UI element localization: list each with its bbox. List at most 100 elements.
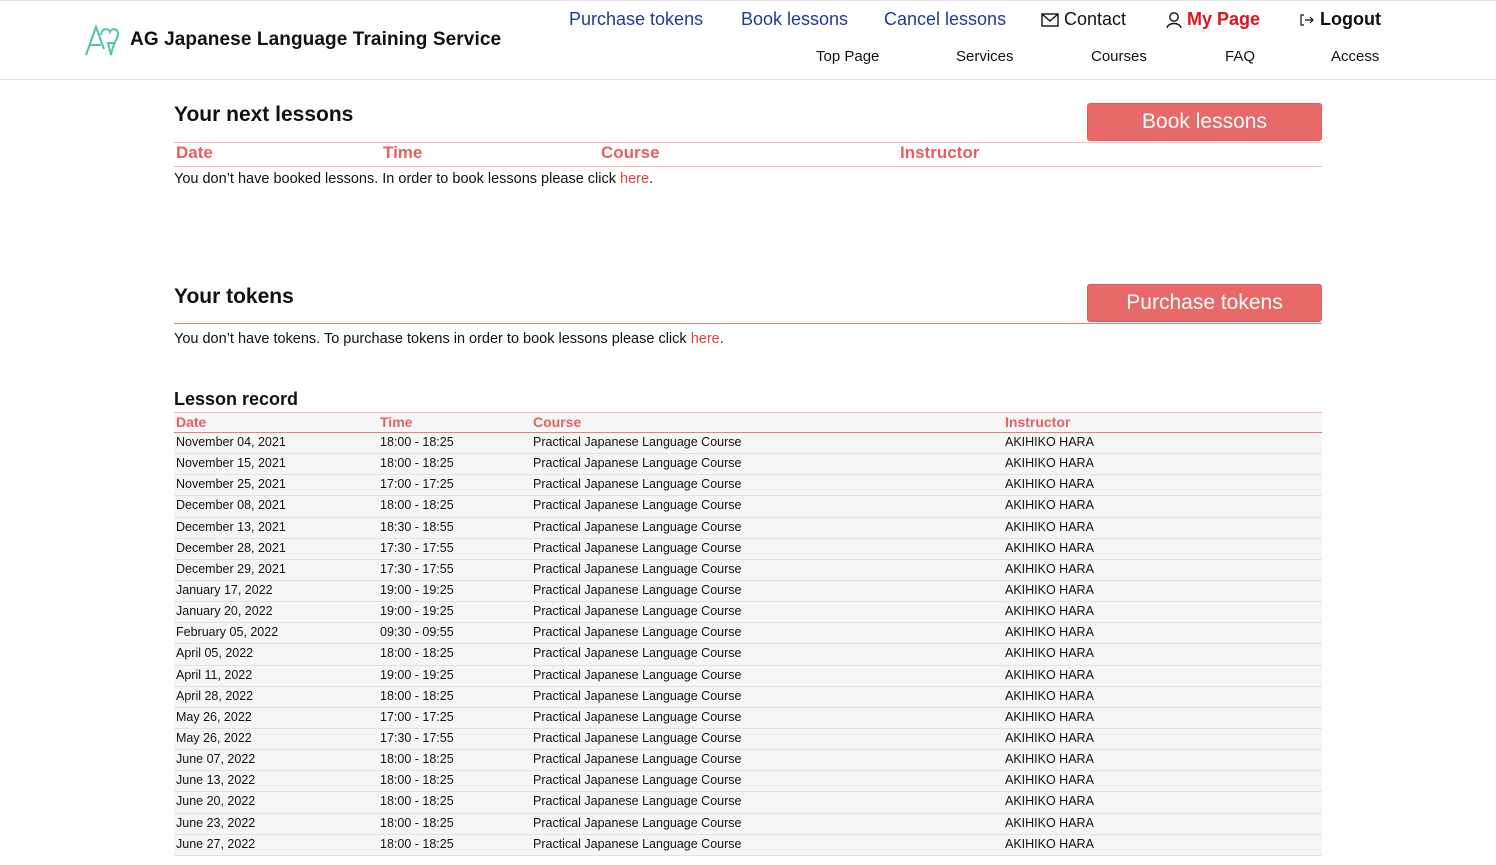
nav-book-lessons[interactable]: Book lessons bbox=[741, 9, 848, 30]
cell-date: June 13, 2022 bbox=[176, 773, 256, 788]
book-here-link[interactable]: here bbox=[620, 171, 649, 187]
cell-instructor: AKIHIKO HARA bbox=[1005, 794, 1094, 809]
nav-top-page[interactable]: Top Page bbox=[816, 48, 879, 65]
nav-faq[interactable]: FAQ bbox=[1225, 48, 1255, 65]
column-header-course: Course bbox=[533, 414, 582, 430]
nav-logout[interactable]: Logout bbox=[1300, 9, 1381, 30]
table-row: December 29, 2021 17:30 - 17:55 Practical … bbox=[174, 559, 1322, 581]
cell-time: 18:00 - 18:25 bbox=[380, 836, 454, 851]
no-tokens-message: You don’t have tokens. To purchase token… bbox=[174, 331, 724, 347]
nav-courses[interactable]: Courses bbox=[1091, 48, 1147, 65]
column-header-date: Date bbox=[176, 414, 207, 430]
cell-date: December 08, 2021 bbox=[176, 498, 286, 513]
cell-date: April 11, 2022 bbox=[176, 667, 253, 682]
cell-course: Practical Japanese Language Course bbox=[533, 667, 742, 682]
cell-course: Practical Japanese Language Course bbox=[533, 688, 742, 703]
table-row: February 05, 2022 09:30 - 09:55 Practical … bbox=[174, 623, 1322, 645]
cell-instructor: AKIHIKO HARA bbox=[1005, 435, 1094, 449]
table-row: June 20, 2022 18:00 - 18:25 Practical Japa… bbox=[174, 792, 1322, 814]
nav-label: Contact bbox=[1064, 9, 1127, 29]
envelope-icon bbox=[1041, 12, 1059, 27]
cell-date: November 15, 2021 bbox=[176, 456, 286, 471]
cell-date: June 20, 2022 bbox=[176, 794, 256, 809]
cell-course: Practical Japanese Language Course bbox=[533, 582, 742, 597]
book-lessons-button[interactable]: Book lessons bbox=[1087, 103, 1322, 141]
cell-date: January 20, 2022 bbox=[176, 604, 273, 619]
no-lessons-message: You don’t have booked lessons. In order … bbox=[174, 171, 653, 187]
cell-time: 18:00 - 18:25 bbox=[380, 498, 454, 513]
cell-time: 18:00 - 18:25 bbox=[380, 794, 454, 809]
cell-course: Practical Japanese Language Course bbox=[533, 456, 742, 471]
column-header-time: Time bbox=[383, 143, 423, 162]
cell-date: June 07, 2022 bbox=[176, 752, 256, 767]
table-row: April 28, 2022 18:00 - 18:25 Practical Jap… bbox=[174, 686, 1322, 708]
cell-time: 09:30 - 09:55 bbox=[380, 625, 454, 640]
cell-time: 18:00 - 18:25 bbox=[380, 773, 454, 788]
cell-instructor: AKIHIKO HARA bbox=[1005, 667, 1094, 682]
table-row: June 27, 2022 18:00 - 18:25 Practical Japa… bbox=[174, 834, 1322, 856]
cell-date: November 25, 2021 bbox=[176, 477, 286, 492]
cell-instructor: AKIHIKO HARA bbox=[1005, 773, 1094, 788]
cell-date: November 04, 2021 bbox=[176, 435, 286, 449]
cell-instructor: AKIHIKO HARA bbox=[1005, 604, 1094, 619]
cell-date: June 23, 2022 bbox=[176, 815, 256, 830]
table-row: December 08, 2021 18:00 - 18:25 Practical … bbox=[174, 496, 1322, 518]
cell-date: January 17, 2022 bbox=[176, 582, 273, 597]
lesson-record-table: Date Time Course Instructor November 04,… bbox=[174, 412, 1322, 856]
cell-date: May 26, 2022 bbox=[176, 730, 252, 745]
purchase-tokens-button[interactable]: Purchase tokens bbox=[1087, 284, 1322, 322]
cell-instructor: AKIHIKO HARA bbox=[1005, 815, 1094, 830]
table-row: November 25, 2021 17:00 - 17:25 Practical … bbox=[174, 475, 1322, 497]
cell-date: December 28, 2021 bbox=[176, 540, 286, 555]
cell-course: Practical Japanese Language Course bbox=[533, 836, 742, 851]
cell-instructor: AKIHIKO HARA bbox=[1005, 752, 1094, 767]
table-row: November 15, 2021 18:00 - 18:25 Practical … bbox=[174, 454, 1322, 476]
table-row: April 11, 2022 19:00 - 19:25 Practical Jap… bbox=[174, 665, 1322, 687]
next-lessons-table-header: Date Time Course Instructor bbox=[174, 143, 1322, 167]
nav-contact[interactable]: Contact bbox=[1041, 9, 1126, 30]
nav-label: Logout bbox=[1320, 9, 1381, 29]
next-lessons-title: Your next lessons bbox=[174, 103, 354, 126]
tokens-section: Your tokens Purchase tokens You don’t ha… bbox=[174, 282, 1322, 362]
nav-label: Book lessons bbox=[741, 9, 849, 29]
table-row: June 13, 2022 18:00 - 18:25 Practical Japa… bbox=[174, 771, 1322, 793]
cell-course: Practical Japanese Language Course bbox=[533, 519, 742, 534]
cell-course: Practical Japanese Language Course bbox=[533, 604, 742, 619]
lesson-record-title: Lesson record bbox=[174, 389, 299, 409]
cell-date: April 05, 2022 bbox=[176, 646, 254, 661]
cell-date: May 26, 2022 bbox=[176, 709, 252, 724]
cell-time: 18:00 - 18:25 bbox=[380, 815, 454, 830]
table-row: May 26, 2022 17:30 - 17:55 Practical Japan… bbox=[174, 728, 1322, 751]
purchase-here-link[interactable]: here bbox=[691, 331, 720, 347]
cell-time: 17:30 - 17:55 bbox=[380, 730, 454, 745]
tokens-title: Your tokens bbox=[174, 285, 294, 308]
cell-course: Practical Japanese Language Course bbox=[533, 815, 742, 830]
nav-my-page[interactable]: My Page bbox=[1166, 9, 1260, 30]
divider bbox=[174, 166, 1322, 167]
next-lessons-section: Your next lessons Book lessons Date Time… bbox=[174, 100, 1322, 200]
cell-date: June 27, 2022 bbox=[176, 836, 256, 851]
cell-instructor: AKIHIKO HARA bbox=[1005, 582, 1094, 597]
column-header-instructor: Instructor bbox=[900, 143, 980, 162]
top-nav: Purchase tokens Book lessons Cancel less… bbox=[0, 9, 1496, 33]
nav-cancel-lessons[interactable]: Cancel lessons bbox=[884, 9, 1006, 30]
cell-instructor: AKIHIKO HARA bbox=[1005, 730, 1094, 745]
lesson-record-table-body: November 04, 2021 18:00 - 18:25 Practical … bbox=[174, 433, 1322, 856]
nav-access[interactable]: Access bbox=[1331, 48, 1379, 65]
column-header-course: Course bbox=[601, 143, 660, 162]
table-row: November 04, 2021 18:00 - 18:25 Practical … bbox=[174, 433, 1322, 455]
cell-course: Practical Japanese Language Course bbox=[533, 752, 742, 767]
cell-instructor: AKIHIKO HARA bbox=[1005, 836, 1094, 851]
table-row: December 28, 2021 17:30 - 17:55 Practical … bbox=[174, 538, 1322, 560]
cell-instructor: AKIHIKO HARA bbox=[1005, 477, 1094, 492]
nav-purchase-tokens[interactable]: Purchase tokens bbox=[569, 9, 703, 30]
column-header-time: Time bbox=[380, 414, 413, 430]
table-row: January 17, 2022 19:00 - 19:25 Practical J… bbox=[174, 580, 1322, 603]
cell-time: 19:00 - 19:25 bbox=[380, 604, 454, 619]
table-row: June 23, 2022 18:00 - 18:25 Practical Japa… bbox=[174, 813, 1322, 835]
cell-course: Practical Japanese Language Course bbox=[533, 540, 742, 555]
cell-instructor: AKIHIKO HARA bbox=[1005, 709, 1094, 724]
nav-services[interactable]: Services bbox=[956, 48, 1014, 65]
cell-date: December 29, 2021 bbox=[176, 561, 286, 576]
cell-time: 17:30 - 17:55 bbox=[380, 561, 454, 576]
